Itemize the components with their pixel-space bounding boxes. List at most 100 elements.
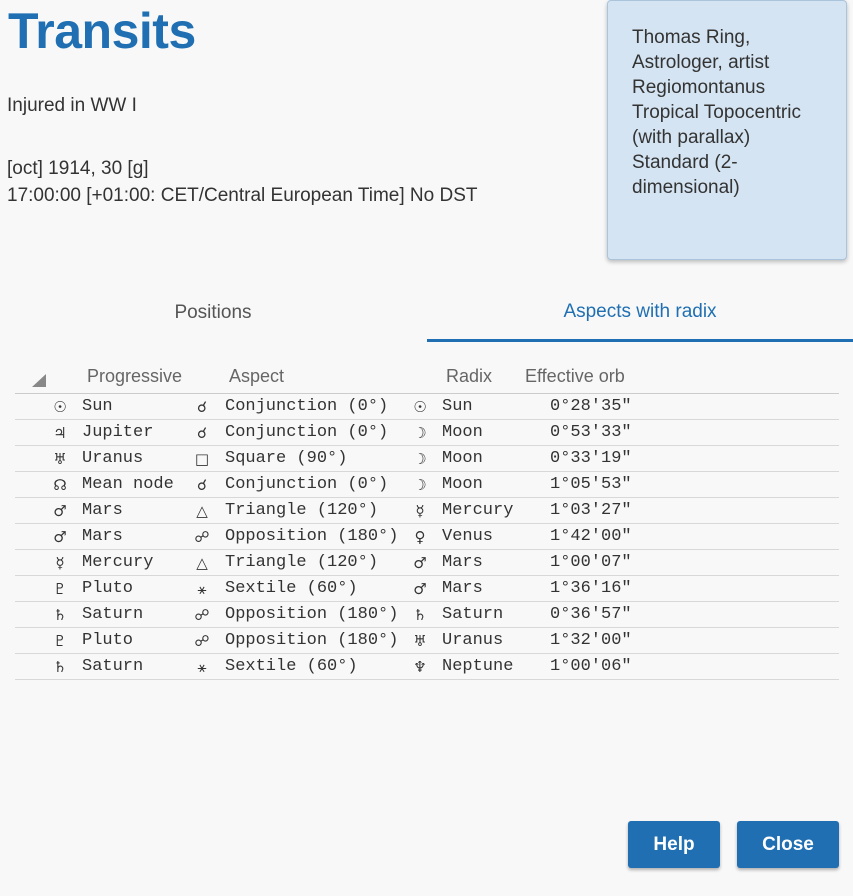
cell-progressive: Mars <box>82 501 123 520</box>
info-line: Standard (2- <box>632 152 738 173</box>
opposition-icon: ☍ <box>194 632 210 650</box>
sort-indicator-icon[interactable] <box>32 374 46 387</box>
cell-radix: Venus <box>442 527 494 546</box>
cell-radix: Saturn <box>442 605 504 624</box>
cell-effective-orb: 1°42′00″ <box>550 527 632 546</box>
info-line: Astrologer, artist <box>632 52 770 73</box>
event-datetime: [oct] 1914, 30 [g] 17:00:00 [+01:00: CET… <box>7 155 478 209</box>
cell-radix: Sun <box>442 397 473 416</box>
moon-icon: ☽ <box>413 424 427 442</box>
cell-radix: Mercury <box>442 501 514 520</box>
help-button[interactable]: Help <box>628 821 720 868</box>
moon-icon: ☽ <box>413 476 427 494</box>
event-description: Injured in WW I <box>7 95 137 116</box>
table-row[interactable]: ♇ Pluto ☍ Opposition (180°) ♅ Uranus 1°32′00″ <box>15 628 839 654</box>
mercury-icon: ☿ <box>415 502 425 520</box>
cell-radix: Mars <box>442 579 483 598</box>
uranus-icon: ♅ <box>53 450 67 468</box>
tab-bar: Positions Aspects with radix <box>0 285 853 343</box>
info-line: (with parallax) <box>632 127 751 148</box>
saturn-icon: ♄ <box>53 606 67 624</box>
table-row[interactable]: ♇ Pluto ⚹ Sextile (60°) ♂ Mars 1°36′16″ <box>15 576 839 602</box>
cell-aspect: Conjunction (0°) <box>225 423 389 442</box>
cell-effective-orb: 1°32′00″ <box>550 631 632 650</box>
cell-progressive: Uranus <box>82 449 144 468</box>
cell-aspect: Square (90°) <box>225 449 348 468</box>
cell-radix: Uranus <box>442 631 504 650</box>
cell-radix: Moon <box>442 449 483 468</box>
table-row[interactable]: ♃ Jupiter ☌ Conjunction (0°) ☽ Moon 0°53′33″ <box>15 420 839 446</box>
venus-icon: ♀ <box>414 528 426 546</box>
table-row[interactable]: ♄ Saturn ⚹ Sextile (60°) ♆ Neptune 1°00′06″ <box>15 654 839 680</box>
cell-effective-orb: 0°28′35″ <box>550 397 632 416</box>
tab-aspects-with-radix[interactable]: Aspects with radix <box>427 285 853 342</box>
conjunction-icon: ☌ <box>196 398 208 416</box>
cell-effective-orb: 1°05′53″ <box>550 475 632 494</box>
table-header: Progressive Aspect Radix Effective orb <box>15 363 839 394</box>
info-line: Tropical Topocentric <box>632 102 801 123</box>
table-row[interactable]: ♂ Mars ☍ Opposition (180°) ♀ Venus 1°42′00″ <box>15 524 839 550</box>
cell-effective-orb: 1°00′06″ <box>550 657 632 676</box>
conjunction-icon: ☌ <box>196 476 208 494</box>
info-line: Thomas Ring, <box>632 27 751 48</box>
mars-icon: ♂ <box>413 580 427 598</box>
cell-aspect: Sextile (60°) <box>225 579 358 598</box>
sextile-icon: ⚹ <box>197 658 207 676</box>
opposition-icon: ☍ <box>194 606 210 624</box>
cell-progressive: Mercury <box>82 553 154 572</box>
cell-progressive: Jupiter <box>82 423 154 442</box>
col-header-progressive[interactable]: Progressive <box>87 366 182 387</box>
mars-icon: ♂ <box>413 554 427 572</box>
table-row[interactable]: ☿ Mercury △ Triangle (120°) ♂ Mars 1°00′07″ <box>15 550 839 576</box>
saturn-icon: ♄ <box>53 658 67 676</box>
cell-radix: Moon <box>442 423 483 442</box>
cell-radix: Mars <box>442 553 483 572</box>
cell-progressive: Mean node <box>82 475 174 494</box>
cell-progressive: Sun <box>82 397 113 416</box>
pluto-icon: ♇ <box>53 580 67 598</box>
conjunction-icon: ☌ <box>196 424 208 442</box>
cell-progressive: Saturn <box>82 605 144 624</box>
col-header-aspect[interactable]: Aspect <box>229 366 284 387</box>
uranus-icon: ♅ <box>413 632 427 650</box>
cell-radix: Moon <box>442 475 483 494</box>
jupiter-icon: ♃ <box>53 424 67 442</box>
table-row[interactable]: ♄ Saturn ☍ Opposition (180°) ♄ Saturn 0°36′57″ <box>15 602 839 628</box>
info-line: Regiomontanus <box>632 77 766 98</box>
neptune-icon: ♆ <box>413 658 427 676</box>
cell-effective-orb: 1°36′16″ <box>550 579 632 598</box>
table-row[interactable]: ☊ Mean node ☌ Conjunction (0°) ☽ Moon 1°05′53″ <box>15 472 839 498</box>
cell-effective-orb: 0°53′33″ <box>550 423 632 442</box>
trine-icon: △ <box>196 502 208 520</box>
sun-icon: ☉ <box>53 398 67 416</box>
time-line: 17:00:00 [+01:00: CET/Central European T… <box>7 185 478 206</box>
sun-icon: ☉ <box>413 398 427 416</box>
cell-effective-orb: 0°36′57″ <box>550 605 632 624</box>
mars-icon: ♂ <box>53 528 67 546</box>
node-icon: ☊ <box>53 476 67 494</box>
table-row[interactable]: ☉ Sun ☌ Conjunction (0°) ☉ Sun 0°28′35″ <box>15 394 839 420</box>
cell-progressive: Pluto <box>82 579 134 598</box>
cell-aspect: Opposition (180°) <box>225 631 399 650</box>
mars-icon: ♂ <box>53 502 67 520</box>
col-header-radix[interactable]: Radix <box>446 366 492 387</box>
cell-progressive: Saturn <box>82 657 144 676</box>
cell-aspect: Opposition (180°) <box>225 605 399 624</box>
cell-progressive: Mars <box>82 527 123 546</box>
tab-positions[interactable]: Positions <box>0 285 426 341</box>
opposition-icon: ☍ <box>194 528 210 546</box>
table-row[interactable]: ♅ Uranus □ Square (90°) ☽ Moon 0°33′19″ <box>15 446 839 472</box>
cell-radix: Neptune <box>442 657 514 676</box>
cell-aspect: Triangle (120°) <box>225 501 379 520</box>
saturn-icon: ♄ <box>413 606 427 624</box>
cell-effective-orb: 1°03′27″ <box>550 501 632 520</box>
cell-effective-orb: 1°00′07″ <box>550 553 632 572</box>
trine-icon: △ <box>196 554 208 572</box>
close-button[interactable]: Close <box>737 821 839 868</box>
table-row[interactable]: ♂ Mars △ Triangle (120°) ☿ Mercury 1°03′27″ <box>15 498 839 524</box>
sextile-icon: ⚹ <box>197 580 207 598</box>
pluto-icon: ♇ <box>53 632 67 650</box>
cell-aspect: Opposition (180°) <box>225 527 399 546</box>
moon-icon: ☽ <box>413 450 427 468</box>
col-header-effective-orb[interactable]: Effective orb <box>525 366 625 387</box>
